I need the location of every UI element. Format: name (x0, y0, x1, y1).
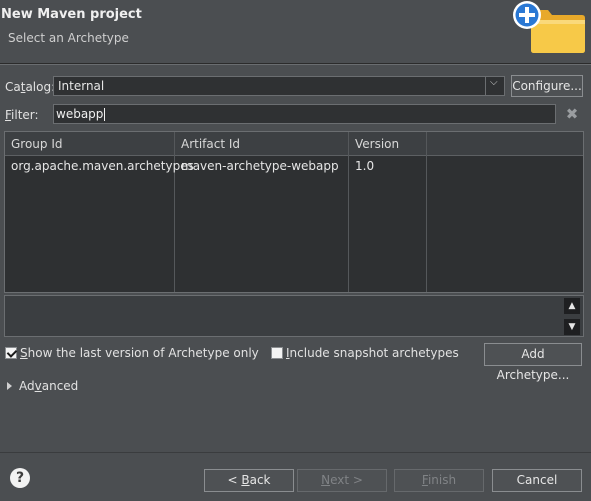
catalog-select[interactable]: Internal ⌵ (53, 76, 505, 96)
scroll-down-icon[interactable]: ▼ (564, 319, 580, 335)
filter-label: Filter: (5, 108, 39, 122)
table-cell-version[interactable]: 1.0 (355, 159, 374, 173)
chevron-down-icon[interactable]: ⌵ (485, 77, 504, 95)
expand-arrow-icon[interactable] (7, 382, 12, 390)
column-header-group-id[interactable]: Group Id (11, 137, 63, 151)
archetype-table[interactable]: Group Id Artifact Id Version org.apache.… (4, 131, 584, 293)
back-button[interactable]: < Back (204, 469, 294, 492)
show-last-version-checkbox[interactable] (5, 347, 17, 359)
new-folder-plus-icon (513, 1, 585, 53)
help-icon[interactable]: ? (10, 468, 30, 488)
show-last-version-label[interactable]: Show the last version of Archetype only (20, 346, 259, 360)
include-snapshot-checkbox[interactable] (271, 347, 283, 359)
archetype-description[interactable] (4, 295, 584, 337)
scroll-up-icon[interactable]: ▲ (564, 298, 580, 314)
column-header-version[interactable]: Version (355, 137, 399, 151)
table-header: Group Id Artifact Id Version (5, 132, 583, 156)
add-archetype-button[interactable]: Add Archetype... (484, 343, 582, 382)
clear-filter-icon[interactable]: ✖ (564, 106, 580, 122)
wizard-title: New Maven project (1, 7, 142, 22)
table-cell-group-id[interactable]: org.apache.maven.archetypes (11, 159, 194, 173)
header-divider-highlight (0, 64, 591, 65)
next-button[interactable]: Next > (297, 469, 387, 492)
filter-input-value: webapp (56, 107, 104, 121)
catalog-select-value: Internal (58, 79, 105, 93)
text-caret (104, 108, 106, 121)
finish-button[interactable]: Finish (394, 469, 484, 492)
column-header-artifact-id[interactable]: Artifact Id (181, 137, 240, 151)
configure-button[interactable]: Configure... (511, 75, 583, 97)
wizard-subtitle: Select an Archetype (8, 31, 129, 45)
include-snapshot-label[interactable]: Include snapshot archetypes (286, 346, 459, 360)
cancel-button[interactable]: Cancel (492, 469, 582, 492)
column-divider (174, 132, 175, 292)
table-cell-artifact-id[interactable]: maven-archetype-webapp (181, 159, 339, 173)
column-divider (426, 132, 427, 292)
wizard-header: New Maven project Select an Archetype (0, 0, 591, 63)
catalog-label: Catalog: (5, 80, 56, 94)
filter-input[interactable]: webapp (53, 104, 556, 124)
advanced-section-toggle[interactable]: Advanced (19, 379, 78, 393)
column-divider (348, 132, 349, 292)
